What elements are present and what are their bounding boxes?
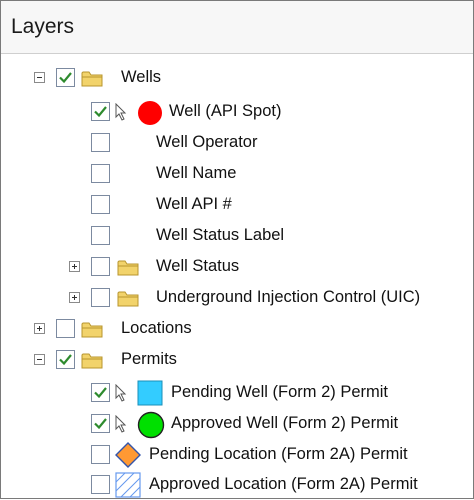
layer-checkbox-well-operator[interactable] [91,133,110,152]
layer-checkbox-wells[interactable] [56,68,75,87]
expand-toggle[interactable] [34,323,45,334]
layer-checkbox-pending-well[interactable] [91,383,110,402]
layer-checkbox-approved-location[interactable] [91,475,110,494]
red-circle-symbol-icon [138,101,162,125]
checkmark-icon [94,418,107,430]
layer-checkbox-well-api-spot[interactable] [91,102,110,121]
layer-row-well-operator: Well Operator [1,127,473,158]
expand-toggle[interactable] [69,261,80,272]
folder-icon [81,71,103,87]
folder-icon [81,353,103,369]
layer-label-well-operator[interactable]: Well Operator [156,133,257,152]
layer-checkbox-well-name[interactable] [91,164,110,183]
checkmark-icon [94,106,107,118]
cyan-square-symbol-icon [137,380,163,406]
layer-label-uic[interactable]: Underground Injection Control (UIC) [156,288,420,307]
layer-label-well-status-label[interactable]: Well Status Label [156,226,284,245]
layer-checkbox-locations[interactable] [56,319,75,338]
layer-label-pending-well[interactable]: Pending Well (Form 2) Permit [171,383,388,402]
green-circle-symbol-icon [137,411,165,439]
checkmark-icon [94,387,107,399]
layer-row-well-api-spot: Well (API Spot) [1,96,473,127]
hatched-square-symbol-icon [115,472,141,498]
folder-icon [81,322,103,338]
layers-panel: Layers Wells Well (API Spot) Well Operat… [0,0,474,499]
layer-checkbox-uic[interactable] [91,288,110,307]
layer-label-approved-location[interactable]: Approved Location (Form 2A) Permit [149,475,418,494]
select-cursor-icon[interactable] [114,415,128,433]
layer-label-pending-location[interactable]: Pending Location (Form 2A) Permit [149,445,408,464]
orange-diamond-symbol-icon [115,442,141,468]
layer-label-well-api-num[interactable]: Well API # [156,195,232,214]
layer-checkbox-pending-location[interactable] [91,445,110,464]
layer-label-well-name[interactable]: Well Name [156,164,236,183]
layer-checkbox-approved-well[interactable] [91,414,110,433]
layer-row-well-name: Well Name [1,158,473,189]
panel-header: Layers [1,1,473,54]
layer-checkbox-well-api-num[interactable] [91,195,110,214]
layer-checkbox-well-status-label[interactable] [91,226,110,245]
layer-label-locations[interactable]: Locations [121,319,192,338]
layer-row-wells: Wells [1,62,473,93]
layer-row-pending-location: Pending Location (Form 2A) Permit [1,439,473,470]
checkmark-icon [59,72,72,84]
layer-row-approved-well: Approved Well (Form 2) Permit [1,408,473,439]
select-cursor-icon[interactable] [114,103,128,121]
layer-row-pending-well: Pending Well (Form 2) Permit [1,377,473,408]
checkmark-icon [59,354,72,366]
collapse-toggle[interactable] [34,354,45,365]
layer-row-well-status-label: Well Status Label [1,220,473,251]
select-cursor-icon[interactable] [114,384,128,402]
collapse-toggle[interactable] [34,72,45,83]
layer-checkbox-well-status[interactable] [91,257,110,276]
layer-label-approved-well[interactable]: Approved Well (Form 2) Permit [171,414,398,433]
layer-row-approved-location: Approved Location (Form 2A) Permit [1,469,473,500]
folder-icon [117,260,139,276]
layer-label-well-api-spot[interactable]: Well (API Spot) [169,102,281,121]
layer-row-uic: Underground Injection Control (UIC) [1,282,473,313]
layer-row-well-api-num: Well API # [1,189,473,220]
layer-checkbox-permits[interactable] [56,350,75,369]
folder-icon [117,291,139,307]
layer-label-permits[interactable]: Permits [121,350,177,369]
layer-row-locations: Locations [1,313,473,344]
layer-row-permits: Permits [1,344,473,375]
expand-toggle[interactable] [69,292,80,303]
layer-label-well-status[interactable]: Well Status [156,257,239,276]
panel-title: Layers [11,15,75,38]
layer-row-well-status: Well Status [1,251,473,282]
layer-label-wells[interactable]: Wells [121,68,161,87]
